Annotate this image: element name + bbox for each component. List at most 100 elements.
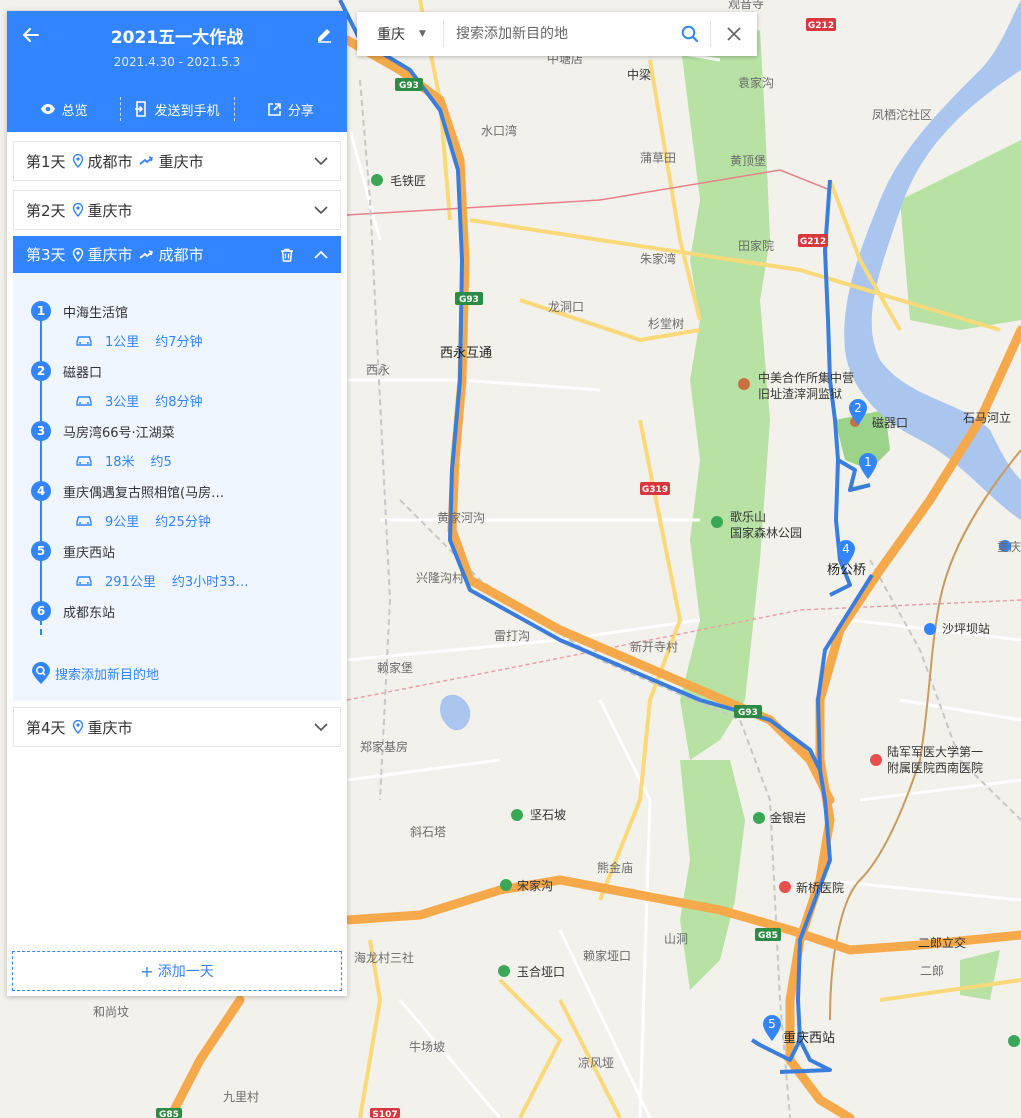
leg-duration: 约7分钟 <box>155 335 203 350</box>
svg-text:兴隆沟村: 兴隆沟村 <box>416 570 464 585</box>
svg-text:G85: G85 <box>159 1110 179 1118</box>
panel-header: 2021五一大作战 2021.4.30 - 2021.5.3 总览 发送到手机 … <box>7 11 347 132</box>
svg-text:黄家河沟: 黄家河沟 <box>437 510 485 525</box>
stop-item[interactable]: 5 重庆西站 <box>31 541 115 561</box>
svg-text:蒲草田: 蒲草田 <box>640 151 676 165</box>
chevron-up-icon[interactable] <box>314 250 328 259</box>
stop-item[interactable]: 6 成都东站 <box>31 601 115 621</box>
day-card-1[interactable]: 第1天 成都市 重庆市 <box>13 141 341 181</box>
svg-text:S107: S107 <box>372 1110 397 1118</box>
leg-info[interactable]: 18米 约5 <box>75 451 172 470</box>
edit-trip-button[interactable] <box>315 25 333 43</box>
stop-item[interactable]: 3 马房湾66号·江湖菜 <box>31 421 175 441</box>
svg-text:山洞: 山洞 <box>664 932 688 946</box>
trip-title: 2021五一大作战 <box>110 28 244 48</box>
stop-number: 3 <box>31 421 51 441</box>
overview-button[interactable]: 总览 <box>7 95 120 123</box>
close-icon <box>727 27 741 41</box>
stop-number: 2 <box>31 361 51 381</box>
day-from-city: 成都市 <box>87 152 133 171</box>
eye-icon <box>40 104 55 114</box>
stop-name: 马房湾66号·江湖菜 <box>63 425 175 441</box>
svg-text:西永互通: 西永互通 <box>440 346 492 361</box>
map-marker-2[interactable]: 2 <box>847 398 869 426</box>
day-label: 第1天 <box>26 152 66 171</box>
leg-distance: 18米 <box>105 455 135 470</box>
svg-text:宋家沟: 宋家沟 <box>517 878 553 893</box>
stop-name: 成都东站 <box>63 605 116 621</box>
leg-info[interactable]: 291公里 约3小时33… <box>75 571 249 590</box>
add-destination-link[interactable]: 搜索添加新目的地 <box>31 661 159 685</box>
share-icon <box>268 102 281 116</box>
add-day-button[interactable]: + 添加一天 <box>12 951 342 991</box>
svg-text:G93: G93 <box>399 81 419 91</box>
stop-item[interactable]: 4 重庆偶遇复古照相馆(马房… <box>31 481 224 501</box>
car-icon <box>76 455 92 466</box>
svg-text:熊金庙: 熊金庙 <box>597 860 633 875</box>
leg-info[interactable]: 3公里 约8分钟 <box>75 391 203 410</box>
svg-text:2: 2 <box>854 401 862 415</box>
svg-text:石马河立: 石马河立 <box>963 410 1011 425</box>
svg-text:G212: G212 <box>808 21 834 31</box>
svg-text:磁器口: 磁器口 <box>872 415 908 430</box>
svg-text:G212: G212 <box>800 237 826 247</box>
location-pin-icon <box>72 203 83 217</box>
svg-text:杉堂树: 杉堂树 <box>648 316 684 331</box>
svg-text:朱家湾: 朱家湾 <box>640 251 676 266</box>
send-to-phone-label: 发送到手机 <box>154 103 220 119</box>
g93-shield-b: G93 <box>455 292 483 305</box>
svg-text:黄顶堡: 黄顶堡 <box>730 153 766 168</box>
search-icon <box>681 25 699 43</box>
car-icon <box>76 515 92 526</box>
add-day-label: 添加一天 <box>157 964 214 980</box>
share-button[interactable]: 分享 <box>233 95 347 123</box>
svg-text:歌乐山: 歌乐山 <box>730 509 766 524</box>
trash-icon[interactable] <box>280 248 294 262</box>
chevron-down-icon <box>314 156 328 165</box>
svg-text:中梁: 中梁 <box>627 67 651 82</box>
leg-distance: 1公里 <box>105 335 140 350</box>
svg-text:赖家垭口: 赖家垭口 <box>583 948 631 963</box>
svg-text:G93: G93 <box>738 708 758 718</box>
location-pin-icon <box>72 247 83 262</box>
itinerary-panel: 2021五一大作战 2021.4.30 - 2021.5.3 总览 发送到手机 … <box>7 11 347 996</box>
map-marker-5[interactable]: 5 <box>761 1014 783 1042</box>
svg-text:G93: G93 <box>459 295 479 305</box>
city-select[interactable]: 重庆 ▼ <box>357 12 443 56</box>
day-from-city: 重庆市 <box>87 718 133 737</box>
stop-item[interactable]: 2 磁器口 <box>31 361 102 381</box>
location-pin-icon <box>72 154 83 168</box>
svg-text:沙坪坝站: 沙坪坝站 <box>942 622 990 636</box>
search-button[interactable] <box>670 12 710 56</box>
stop-item[interactable]: 1 中海生活馆 <box>31 301 128 321</box>
svg-text:二郎立交: 二郎立交 <box>918 935 966 950</box>
car-icon <box>76 575 92 586</box>
day-3-itinerary: 1 中海生活馆 1公里 约7分钟 2 磁器口 3公里 约8分钟 3 马房湾66号… <box>13 273 341 701</box>
svg-text:1: 1 <box>864 455 872 469</box>
day-card-4[interactable]: 第4天 重庆市 <box>13 707 341 747</box>
g93-shield-a: G93 <box>395 78 423 91</box>
leg-info[interactable]: 1公里 约7分钟 <box>75 331 203 350</box>
close-search-button[interactable] <box>711 12 757 56</box>
day-to-city: 成都市 <box>158 246 204 264</box>
svg-text:凉风垭: 凉风垭 <box>578 1055 614 1070</box>
leg-duration: 约3小时33… <box>171 575 249 590</box>
day-card-2[interactable]: 第2天 重庆市 <box>13 190 341 230</box>
leg-info[interactable]: 9公里 约25分钟 <box>75 511 211 530</box>
day-label: 第3天 <box>26 246 66 264</box>
day-card-3[interactable]: 第3天 重庆市 成都市 <box>13 236 341 273</box>
city-select-value: 重庆 <box>377 27 405 43</box>
send-to-phone-button[interactable]: 发送到手机 <box>120 95 233 123</box>
svg-text:凤栖沱社区: 凤栖沱社区 <box>872 107 932 122</box>
route-arrow-icon <box>139 156 153 165</box>
pencil-icon <box>318 29 331 43</box>
stop-number: 1 <box>31 301 51 321</box>
map-marker-1[interactable]: 1 <box>857 452 879 480</box>
svg-text:金银岩: 金银岩 <box>770 810 806 825</box>
svg-text:5: 5 <box>768 1017 776 1031</box>
destination-search-input[interactable] <box>444 12 670 56</box>
svg-text:九里村: 九里村 <box>223 1090 259 1104</box>
map-marker-4[interactable]: 4 <box>835 539 857 567</box>
g85-shield-b: G85 <box>156 1108 182 1118</box>
svg-text:和尚坟: 和尚坟 <box>93 1005 129 1019</box>
